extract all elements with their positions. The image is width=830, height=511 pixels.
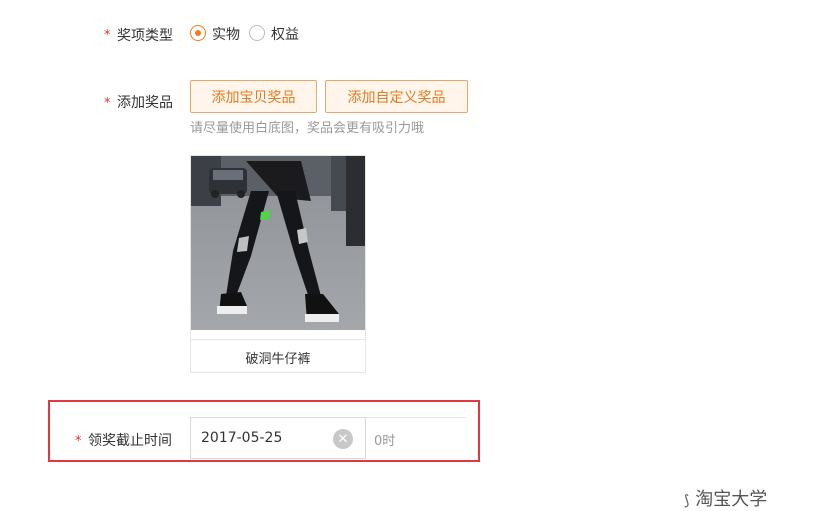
add-prize-label: 添加奖品 <box>117 95 173 111</box>
hour-select[interactable]: 0时 <box>366 417 466 459</box>
radio-rights-label[interactable]: 权益 <box>271 24 299 44</box>
prize-image <box>191 156 365 330</box>
deadline-date-input[interactable]: 2017-05-25 ✕ <box>190 417 366 459</box>
required-asterisk: * <box>104 96 111 111</box>
deadline-date-value: 2017-05-25 <box>201 430 283 446</box>
deadline-label: 领奖截止时间 <box>88 433 172 449</box>
required-asterisk: * <box>104 28 111 43</box>
prize-type-label: 奖项类型 <box>117 28 173 44</box>
jeans-photo-icon <box>191 156 365 330</box>
image-hint-text: 请尽量使用白底图，奖品会更有吸引力哦 <box>190 121 425 136</box>
required-asterisk: * <box>75 434 82 449</box>
prize-name: 破洞牛仔裤 <box>191 339 365 374</box>
watermark-text: 淘宝大学 <box>695 489 768 510</box>
prize-card[interactable]: 破洞牛仔裤 <box>190 155 366 373</box>
hour-value: 0时 <box>374 434 396 449</box>
clear-icon[interactable]: ✕ <box>333 429 353 449</box>
wechat-icon: ⟆ <box>684 493 690 509</box>
radio-rights[interactable] <box>249 25 265 41</box>
radio-physical[interactable] <box>190 25 206 41</box>
watermark-logo: ⟆ 淘宝大学 <box>684 485 767 511</box>
add-custom-prize-button[interactable]: 添加自定义奖品 <box>325 80 468 113</box>
radio-physical-label[interactable]: 实物 <box>212 24 240 44</box>
add-item-prize-button[interactable]: 添加宝贝奖品 <box>190 80 317 113</box>
